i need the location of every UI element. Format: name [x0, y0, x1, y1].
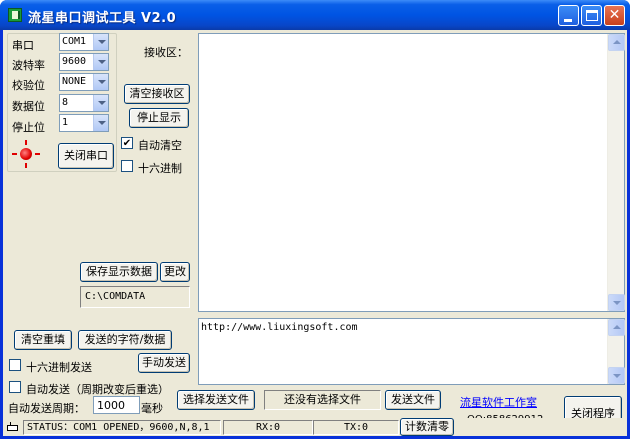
databits-value: 8 — [62, 97, 69, 108]
maximize-button[interactable] — [581, 5, 602, 26]
tx-count: TX:0 — [313, 420, 399, 435]
receive-scrollbar[interactable] — [607, 34, 625, 311]
hex-display-checkbox[interactable] — [121, 160, 133, 172]
clear-count-button[interactable]: 计数清零 — [400, 418, 454, 436]
save-path-value: C:\COMDATA — [85, 291, 146, 302]
manual-send-button[interactable]: 手动发送 — [138, 353, 190, 373]
scroll-up-icon[interactable] — [608, 319, 625, 336]
period-value: 1000 — [97, 399, 125, 412]
databits-select[interactable]: 8 — [59, 94, 109, 112]
chevron-down-icon[interactable] — [93, 95, 108, 111]
port-value: COM1 — [62, 36, 87, 47]
app-icon — [8, 8, 22, 22]
baud-label: 波特率 — [12, 59, 45, 72]
save-path-display: C:\COMDATA — [80, 286, 190, 308]
baud-value: 9600 — [62, 56, 87, 67]
stopbits-select[interactable]: 1 — [59, 114, 109, 132]
maximize-icon — [586, 10, 598, 21]
main-window: 流星串口调试工具 V2.0 ✕ 串口 COM1 波特率 9600 校验位 NON… — [0, 0, 630, 439]
close-window-button[interactable]: ✕ — [604, 5, 625, 26]
period-input[interactable]: 1000 — [93, 396, 140, 414]
send-textarea[interactable]: http://www.liuxingsoft.com — [198, 318, 625, 385]
stopbits-value: 1 — [62, 117, 69, 128]
scroll-up-icon[interactable] — [608, 34, 625, 51]
hex-send-checkbox[interactable] — [9, 359, 21, 371]
parity-select[interactable]: NONE — [59, 73, 109, 91]
minimize-button[interactable] — [558, 5, 579, 26]
port-status-lamp-icon — [11, 139, 41, 169]
send-chars-button[interactable]: 发送的字符/数据 — [78, 330, 172, 350]
select-send-file-button[interactable]: 选择发送文件 — [177, 390, 255, 410]
parity-label: 校验位 — [12, 79, 45, 92]
auto-clear-label[interactable]: 自动清空 — [138, 137, 182, 153]
rx-count: RX:0 — [223, 420, 313, 435]
auto-clear-checkbox[interactable]: ✔ — [121, 137, 133, 149]
chevron-down-icon[interactable] — [93, 54, 108, 70]
title-bar[interactable]: 流星串口调试工具 V2.0 ✕ — [0, 0, 630, 30]
port-select[interactable]: COM1 — [59, 33, 109, 51]
minimize-icon — [564, 19, 572, 22]
clear-receive-button[interactable]: 清空接收区 — [124, 84, 190, 104]
parity-value: NONE — [62, 76, 87, 87]
port-label: 串口 — [12, 39, 34, 52]
chevron-down-icon[interactable] — [93, 115, 108, 131]
send-scrollbar[interactable] — [607, 319, 625, 384]
change-path-button[interactable]: 更改 — [160, 262, 190, 282]
scroll-down-icon[interactable] — [608, 367, 625, 384]
hex-display-label[interactable]: 十六进制 — [138, 160, 182, 176]
stop-display-button[interactable]: 停止显示 — [129, 108, 189, 128]
save-display-button[interactable]: 保存显示数据 — [80, 262, 158, 282]
receive-textarea[interactable] — [198, 33, 625, 312]
receive-area-label: 接收区： — [144, 46, 188, 59]
scroll-down-icon[interactable] — [608, 294, 625, 311]
close-icon: ✕ — [608, 7, 621, 23]
clear-refill-button[interactable]: 清空重填 — [14, 330, 72, 350]
baud-select[interactable]: 9600 — [59, 53, 109, 71]
send-file-button[interactable]: 发送文件 — [385, 390, 441, 410]
stopbits-label: 停止位 — [12, 121, 45, 134]
status-bar: STATUS：COM1 OPENED，9600,N,8,1 RX:0 TX:0 … — [3, 418, 627, 436]
status-text: STATUS：COM1 OPENED，9600,N,8,1 — [23, 420, 221, 435]
hex-send-label[interactable]: 十六进制发送 — [26, 359, 92, 375]
close-port-button[interactable]: 关闭串口 — [58, 143, 114, 169]
chevron-down-icon[interactable] — [93, 74, 108, 90]
period-unit-label: 毫秒 — [141, 402, 163, 415]
databits-label: 数据位 — [12, 100, 45, 113]
selected-file-display: 还没有选择文件 — [264, 390, 381, 410]
send-content: http://www.liuxingsoft.com — [201, 322, 358, 333]
status-port-icon — [6, 422, 20, 433]
auto-send-period-label: 自动发送周期： — [8, 402, 85, 415]
studio-link[interactable]: 流星软件工作室 — [460, 394, 537, 410]
auto-send-checkbox[interactable] — [9, 381, 21, 393]
auto-send-label[interactable]: 自动发送（周期改变后重选） — [26, 381, 169, 397]
window-title: 流星串口调试工具 V2.0 — [28, 11, 177, 26]
chevron-down-icon[interactable] — [93, 34, 108, 50]
